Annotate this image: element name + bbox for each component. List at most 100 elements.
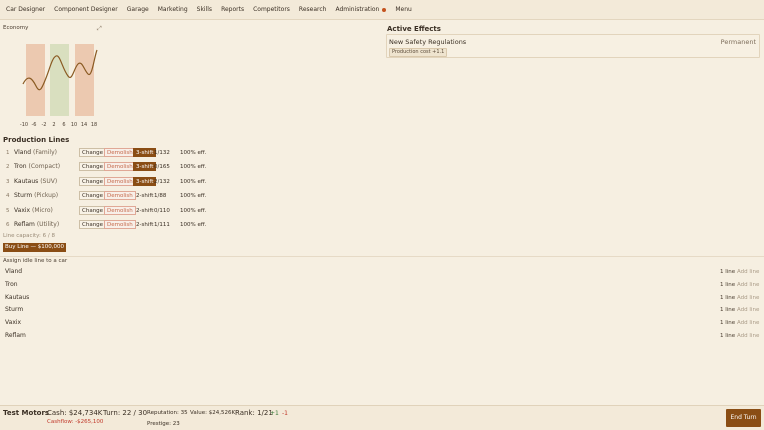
economy-band-1	[26, 44, 45, 116]
add-line-link[interactable]: Add line	[737, 320, 759, 326]
change-button[interactable]: Change	[79, 176, 107, 186]
economy-band-2	[50, 44, 69, 116]
line-car-name: Sturm	[14, 192, 33, 200]
effect-card: New Safety Regulations Permanent Product…	[386, 34, 760, 58]
add-line-link[interactable]: Add line	[737, 295, 759, 301]
demolish-button[interactable]: Demolish	[104, 176, 136, 186]
nav-component-designer[interactable]: Component Designer	[54, 6, 118, 13]
production-line-row: 6 Reflam (Utility) Change Demolish 2-shift 1/…	[0, 219, 380, 231]
assign-line-count: 1 line	[720, 307, 736, 314]
change-button[interactable]: Change	[79, 220, 107, 229]
add-line-link[interactable]: Add line	[737, 269, 759, 275]
reputation-value: Reputation: 35	[147, 410, 188, 416]
economy-tick-label: -10	[20, 122, 28, 128]
line-car: Vaxix (Micro)	[14, 207, 53, 214]
change-button[interactable]: Change	[79, 205, 107, 215]
production-line-row: 5 Vaxix (Micro) Change Demolish 2-shift 0/110…	[0, 205, 380, 217]
rank-value: Rank: 1/21	[235, 409, 273, 417]
demolish-button[interactable]: Demolish	[104, 220, 136, 229]
shift-toggle[interactable]: 2-shift	[133, 191, 156, 200]
economy-tick-label: 14	[81, 122, 87, 128]
assign-row: Tron 1 line Add line	[0, 279, 764, 291]
nav-reports[interactable]: Reports	[221, 6, 244, 13]
demolish-button[interactable]: Demolish	[104, 148, 136, 157]
change-button[interactable]: Change	[79, 191, 107, 201]
economy-chart: -10 -6 -2 2 6 10 14 18	[20, 44, 98, 128]
buy-line-button[interactable]: Buy Line — $100,000	[3, 243, 66, 252]
status-bar: Test Motors Cash: $24,734K Cashflow: -$2…	[0, 405, 764, 430]
line-number: 2	[6, 164, 10, 171]
line-number: 1	[6, 150, 10, 156]
turn-counter: Turn: 22 / 30	[103, 409, 148, 417]
line-output: 2/132	[154, 178, 170, 185]
production-line-row: 3 Kautaus (SUV) Change Demolish 3-shift 2/132…	[0, 176, 380, 188]
shift-toggle[interactable]: 3-shift	[133, 176, 157, 186]
line-car-class: (Family)	[32, 149, 57, 156]
rank-change-down: -1	[282, 410, 288, 417]
assign-car-name: Sturm	[5, 306, 24, 314]
cashflow-value: Cashflow: -$265,100	[47, 419, 104, 425]
assign-line-count: 1 line	[720, 294, 736, 301]
cash-value: Cash: $24,734K	[47, 409, 103, 417]
economy-tick-label: 18	[91, 122, 97, 128]
nav-garage[interactable]: Garage	[127, 6, 149, 13]
assign-row: Reflam 1 line Add line	[0, 330, 764, 342]
nav-competitors[interactable]: Competitors	[253, 6, 290, 13]
assign-row: Kautaus 1 line Add line	[0, 292, 764, 304]
production-lines-title: Production Lines	[3, 136, 70, 144]
economy-tick-label: 2	[52, 122, 55, 128]
nav-administration-label: Administration	[335, 6, 380, 13]
line-efficiency: 100% eff.	[180, 150, 207, 156]
assign-car-name: Vland	[5, 268, 23, 275]
add-line-link[interactable]: Add line	[737, 307, 759, 313]
line-output: 0/110	[154, 207, 170, 214]
line-car-name: Tron	[14, 163, 27, 171]
shift-toggle[interactable]: 3-shift	[133, 162, 157, 172]
nav-research[interactable]: Research	[299, 6, 327, 13]
shift-toggle[interactable]: 2-shift	[133, 206, 156, 215]
production-line-row: 1 Vland (Family) Change Demolish 3-shift 1/13…	[0, 147, 380, 159]
rank-change-up: +1	[270, 410, 279, 417]
line-car: Kautaus (SUV)	[14, 178, 57, 185]
add-line-link[interactable]: Add line	[737, 282, 759, 288]
demolish-button[interactable]: Demolish	[104, 205, 136, 215]
assign-row: Vaxix 1 line Add line	[0, 317, 764, 329]
nav-administration[interactable]: Administration	[335, 6, 387, 13]
company-name: Test Motors	[3, 409, 50, 417]
line-capacity: Line capacity: 6 / 8	[3, 233, 55, 239]
assign-line-count: 1 line	[720, 281, 736, 288]
nav-menu[interactable]: Menu	[395, 6, 411, 13]
line-car: Reflam (Utility)	[14, 221, 59, 228]
line-output: 1/88	[154, 193, 167, 200]
assign-car-name: Vaxix	[5, 319, 22, 327]
nav-skills[interactable]: Skills	[197, 6, 212, 13]
demolish-button[interactable]: Demolish	[104, 162, 136, 172]
line-car: Sturm (Pickup)	[14, 192, 58, 199]
nav-car-designer[interactable]: Car Designer	[6, 6, 45, 13]
change-button[interactable]: Change	[79, 148, 107, 157]
shift-toggle[interactable]: 2-shift	[133, 220, 156, 229]
expand-icon[interactable]: ⤢	[97, 25, 102, 33]
economy-tick-label: -6	[32, 122, 37, 128]
notification-dot	[382, 7, 387, 12]
line-output: 1/111	[154, 222, 170, 228]
line-efficiency: 100% eff.	[180, 207, 207, 214]
add-line-link[interactable]: Add line	[737, 333, 759, 339]
line-car-class: (SUV)	[40, 177, 58, 185]
line-efficiency: 100% eff.	[180, 178, 207, 185]
end-turn-button[interactable]: End Turn	[726, 409, 761, 427]
top-nav: Car Designer Component Designer Garage M…	[0, 0, 764, 20]
line-car: Tron (Compact)	[14, 163, 60, 170]
line-number: 5	[6, 207, 10, 214]
shift-toggle[interactable]: 3-shift	[133, 148, 157, 157]
line-number: 4	[6, 193, 10, 200]
nav-marketing[interactable]: Marketing	[158, 6, 188, 13]
demolish-button[interactable]: Demolish	[104, 191, 136, 201]
assign-line-count: 1 line	[720, 333, 736, 339]
line-output: 0/165	[154, 164, 170, 171]
economy-tick-label: 10	[71, 122, 77, 128]
line-car-class: (Utility)	[36, 221, 60, 228]
assign-line-count: 1 line	[720, 269, 736, 275]
change-button[interactable]: Change	[79, 162, 107, 172]
economy-tick-label: -2	[42, 122, 47, 128]
